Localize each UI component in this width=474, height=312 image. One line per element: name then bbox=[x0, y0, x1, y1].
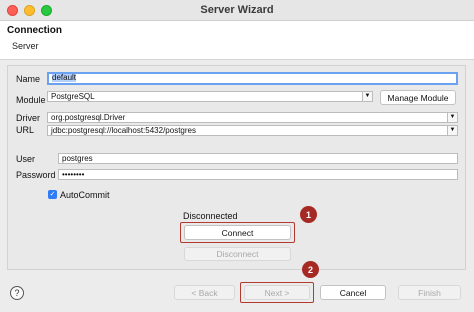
cancel-button[interactable]: Cancel bbox=[320, 285, 386, 300]
user-value: postgres bbox=[62, 154, 93, 163]
page-header: Connection Server bbox=[0, 21, 474, 60]
step-2-badge: 2 bbox=[302, 261, 319, 278]
url-label: URL bbox=[16, 125, 35, 135]
connect-button[interactable]: Connect bbox=[184, 225, 291, 240]
password-label: Password bbox=[16, 170, 56, 180]
window-controls bbox=[7, 5, 52, 16]
name-input[interactable]: default bbox=[47, 72, 458, 85]
password-input[interactable]: •••••••• bbox=[58, 169, 458, 180]
autocommit-label: AutoCommit bbox=[60, 190, 110, 200]
url-value: jdbc:postgresql://localhost:5432/postgre… bbox=[51, 126, 196, 135]
module-label: Module bbox=[16, 95, 46, 105]
next-button[interactable]: Next > bbox=[244, 285, 310, 300]
module-select[interactable]: PostgreSQL ▼ bbox=[47, 91, 373, 102]
help-icon[interactable]: ? bbox=[10, 286, 24, 300]
window-title: Server Wizard bbox=[200, 4, 274, 16]
step-1-badge: 1 bbox=[300, 206, 317, 223]
autocommit-checkbox[interactable]: ✓ bbox=[48, 190, 57, 199]
page-subtitle: Server bbox=[12, 41, 39, 51]
title-bar: Server Wizard bbox=[0, 0, 474, 21]
chevron-down-icon: ▼ bbox=[362, 92, 372, 101]
zoom-icon[interactable] bbox=[41, 5, 52, 16]
driver-select[interactable]: org.postgresql.Driver ▼ bbox=[47, 112, 458, 123]
connection-status: Disconnected bbox=[183, 211, 238, 221]
driver-label: Driver bbox=[16, 113, 40, 123]
password-value: •••••••• bbox=[62, 170, 85, 179]
chevron-down-icon: ▼ bbox=[447, 126, 457, 135]
user-label: User bbox=[16, 154, 36, 164]
driver-value: org.postgresql.Driver bbox=[51, 113, 126, 122]
manage-module-button[interactable]: Manage Module bbox=[380, 90, 456, 105]
server-wizard-window: Server Wizard Connection Server Name def… bbox=[0, 0, 474, 312]
chevron-down-icon: ▼ bbox=[447, 113, 457, 122]
page-title: Connection bbox=[7, 25, 62, 36]
name-value: default bbox=[52, 73, 77, 82]
close-icon[interactable] bbox=[7, 5, 18, 16]
finish-button[interactable]: Finish bbox=[398, 285, 461, 300]
module-value: PostgreSQL bbox=[51, 92, 95, 101]
minimize-icon[interactable] bbox=[24, 5, 35, 16]
name-label: Name bbox=[16, 74, 41, 84]
user-input[interactable]: postgres bbox=[58, 153, 458, 164]
back-button[interactable]: < Back bbox=[174, 285, 235, 300]
url-select[interactable]: jdbc:postgresql://localhost:5432/postgre… bbox=[47, 125, 458, 136]
checkmark-icon: ✓ bbox=[49, 191, 56, 198]
disconnect-button[interactable]: Disconnect bbox=[184, 247, 291, 261]
